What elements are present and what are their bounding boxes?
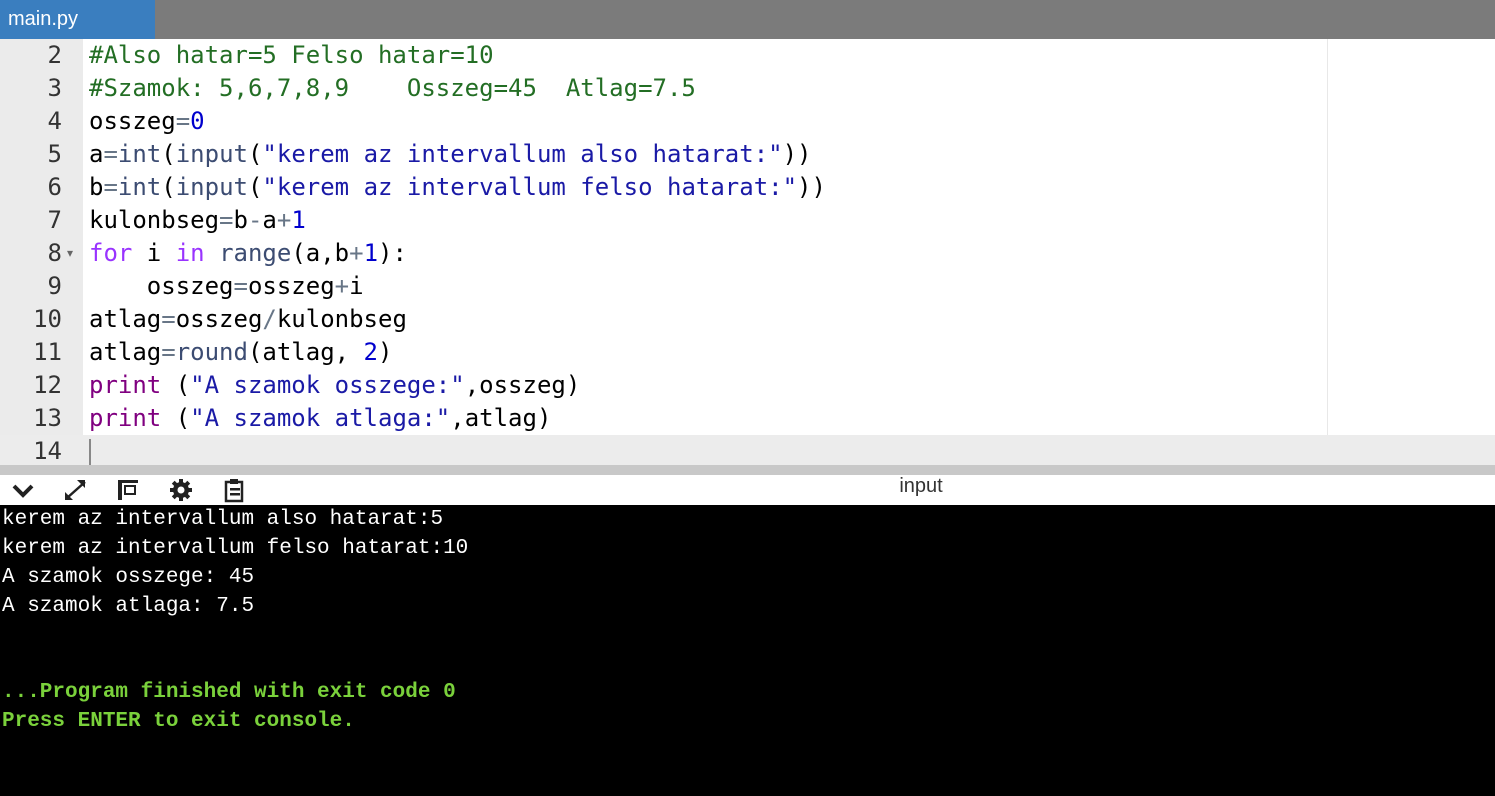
expand-button[interactable] (61, 477, 91, 503)
exit-status-line: ...Program finished with exit code 0 (2, 681, 456, 704)
tab-main-py[interactable]: main.py (0, 0, 155, 39)
collapse-button[interactable] (8, 477, 38, 503)
code-text: b=int(input("kerem az intervallum felso … (89, 173, 826, 201)
line-number: 4 (47, 107, 62, 135)
layout-button[interactable] (113, 477, 143, 503)
code-line[interactable]: 9 osszeg=osszeg+i (0, 270, 1495, 303)
line-number: 14 (33, 437, 62, 465)
code-text: a=int(input("kerem az intervallum also h… (89, 140, 812, 168)
code-text: #Szamok: 5,6,7,8,9 Osszeg=45 Atlag=7.5 (89, 74, 696, 102)
fold-toggle-icon[interactable]: ▾ (67, 246, 73, 260)
line-number: 12 (33, 371, 62, 399)
line-number: 5 (47, 140, 62, 168)
chevron-down-icon (12, 484, 34, 498)
console-line: kerem az intervallum felso hatarat:10 (2, 537, 469, 560)
code-line[interactable]: 3 #Szamok: 5,6,7,8,9 Osszeg=45 Atlag=7.5 (0, 72, 1495, 105)
line-number: 6 (47, 173, 62, 201)
text-cursor (89, 439, 91, 465)
code-text: osszeg=0 (89, 107, 205, 135)
code-text: for i in range(a,b+1): (89, 239, 407, 267)
console-line: A szamok osszege: 45 (2, 566, 255, 589)
layout-icon (118, 480, 138, 500)
code-line[interactable]: 13 print ("A szamok atlaga:",atlag) (0, 402, 1495, 435)
line-number: 3 (47, 74, 62, 102)
console-line: kerem az intervallum also hatarat:5 (2, 508, 444, 531)
code-line-active[interactable]: 14 (0, 435, 1495, 465)
code-line[interactable]: 5 a=int(input("kerem az intervallum also… (0, 138, 1495, 171)
code-text: #Also hatar=5 Felso hatar=10 (89, 41, 494, 69)
line-number: 10 (33, 305, 62, 333)
clipboard-icon (224, 479, 244, 503)
code-editor[interactable]: 2 #Also hatar=5 Felso hatar=10 3 #Szamok… (0, 39, 1495, 465)
code-line[interactable]: 6 b=int(input("kerem az intervallum fels… (0, 171, 1495, 204)
code-line[interactable]: 4 osszeg=0 (0, 105, 1495, 138)
code-text: atlag=osszeg/kulonbseg (89, 305, 407, 333)
panel-splitter[interactable] (0, 465, 1495, 475)
code-text: print ("A szamok atlaga:",atlag) (89, 404, 552, 432)
code-line[interactable]: 7 kulonbseg=b-a+1 (0, 204, 1495, 237)
code-text: osszeg=osszeg+i (89, 272, 364, 300)
code-text: kulonbseg=b-a+1 (89, 206, 306, 234)
tab-label: main.py (8, 8, 79, 30)
settings-button[interactable] (166, 477, 196, 503)
code-line[interactable]: 12 print ("A szamok osszege:",osszeg) (0, 369, 1495, 402)
console-output[interactable]: kerem az intervallum also hatarat:5 kere… (0, 505, 1495, 796)
console-line: A szamok atlaga: 7.5 (2, 595, 255, 618)
gear-icon (170, 479, 192, 501)
copy-output-button[interactable] (219, 477, 249, 503)
exit-prompt-line: Press ENTER to exit console. (2, 710, 355, 733)
line-number: 9 (47, 272, 62, 300)
code-text: print ("A szamok osszege:",osszeg) (89, 371, 581, 399)
console-toolbar: input (0, 475, 1495, 505)
line-number: 8 (47, 239, 62, 267)
line-number: 11 (33, 338, 62, 366)
line-number: 7 (47, 206, 62, 234)
code-line[interactable]: 11 atlag=round(atlag, 2) (0, 336, 1495, 369)
code-line[interactable]: 8 ▾ for i in range(a,b+1): (0, 237, 1495, 270)
code-line[interactable]: 10 atlag=osszeg/kulonbseg (0, 303, 1495, 336)
code-text: atlag=round(atlag, 2) (89, 338, 393, 366)
expand-icon (65, 480, 86, 500)
line-number: 13 (33, 404, 62, 432)
line-number: 2 (47, 41, 62, 69)
tab-bar: main.py (0, 0, 1495, 39)
code-line[interactable]: 2 #Also hatar=5 Felso hatar=10 (0, 39, 1495, 72)
